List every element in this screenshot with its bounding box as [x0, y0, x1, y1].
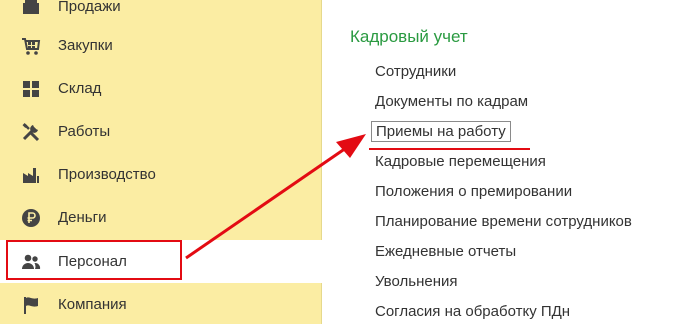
works-tools-icon [21, 122, 41, 142]
sidebar-item-warehouse[interactable]: Склад [0, 67, 322, 110]
sidebar-item-money[interactable]: Деньги [0, 196, 322, 239]
sidebar-item-label: Персонал [58, 253, 127, 270]
link-bonus-regulations[interactable]: Положения о премировании [375, 183, 572, 200]
link-hirings[interactable]: Приемы на работу [371, 121, 511, 142]
link-employees[interactable]: Сотрудники [375, 63, 456, 80]
sidebar-item-label: Производство [58, 166, 156, 183]
sidebar: Продажи Закупки Склад Работы Производств… [0, 0, 322, 324]
purchases-icon [21, 36, 41, 56]
sidebar-item-label: Деньги [58, 209, 107, 226]
warehouse-icon [21, 79, 41, 99]
link-transfers[interactable]: Кадровые перемещения [375, 153, 546, 170]
sidebar-item-label: Работы [58, 123, 111, 140]
sidebar-item-works[interactable]: Работы [0, 110, 322, 153]
sidebar-item-label: Закупки [58, 37, 113, 54]
flag-icon [21, 295, 41, 315]
link-hr-documents[interactable]: Документы по кадрам [375, 93, 528, 110]
sidebar-item-company[interactable]: Компания [0, 283, 322, 326]
link-dismissals[interactable]: Увольнения [375, 273, 457, 290]
sales-icon [21, 0, 41, 17]
sidebar-item-production[interactable]: Производство [0, 153, 322, 196]
factory-icon [21, 165, 41, 185]
ruble-icon [21, 208, 41, 228]
section-title: Кадровый учет [350, 27, 468, 46]
people-icon [21, 252, 41, 272]
sidebar-item-personnel[interactable]: Персонал [0, 240, 322, 283]
sidebar-item-purchases[interactable]: Закупки [0, 24, 322, 67]
sidebar-item-label: Продажи [58, 0, 121, 15]
sidebar-item-label: Склад [58, 80, 102, 97]
link-time-planning[interactable]: Планирование времени сотрудников [375, 213, 632, 230]
sidebar-item-label: Компания [58, 296, 127, 313]
hirings-underline [369, 148, 530, 150]
link-personal-data-consents[interactable]: Согласия на обработку ПДн [375, 303, 570, 320]
link-daily-reports[interactable]: Ежедневные отчеты [375, 243, 516, 260]
